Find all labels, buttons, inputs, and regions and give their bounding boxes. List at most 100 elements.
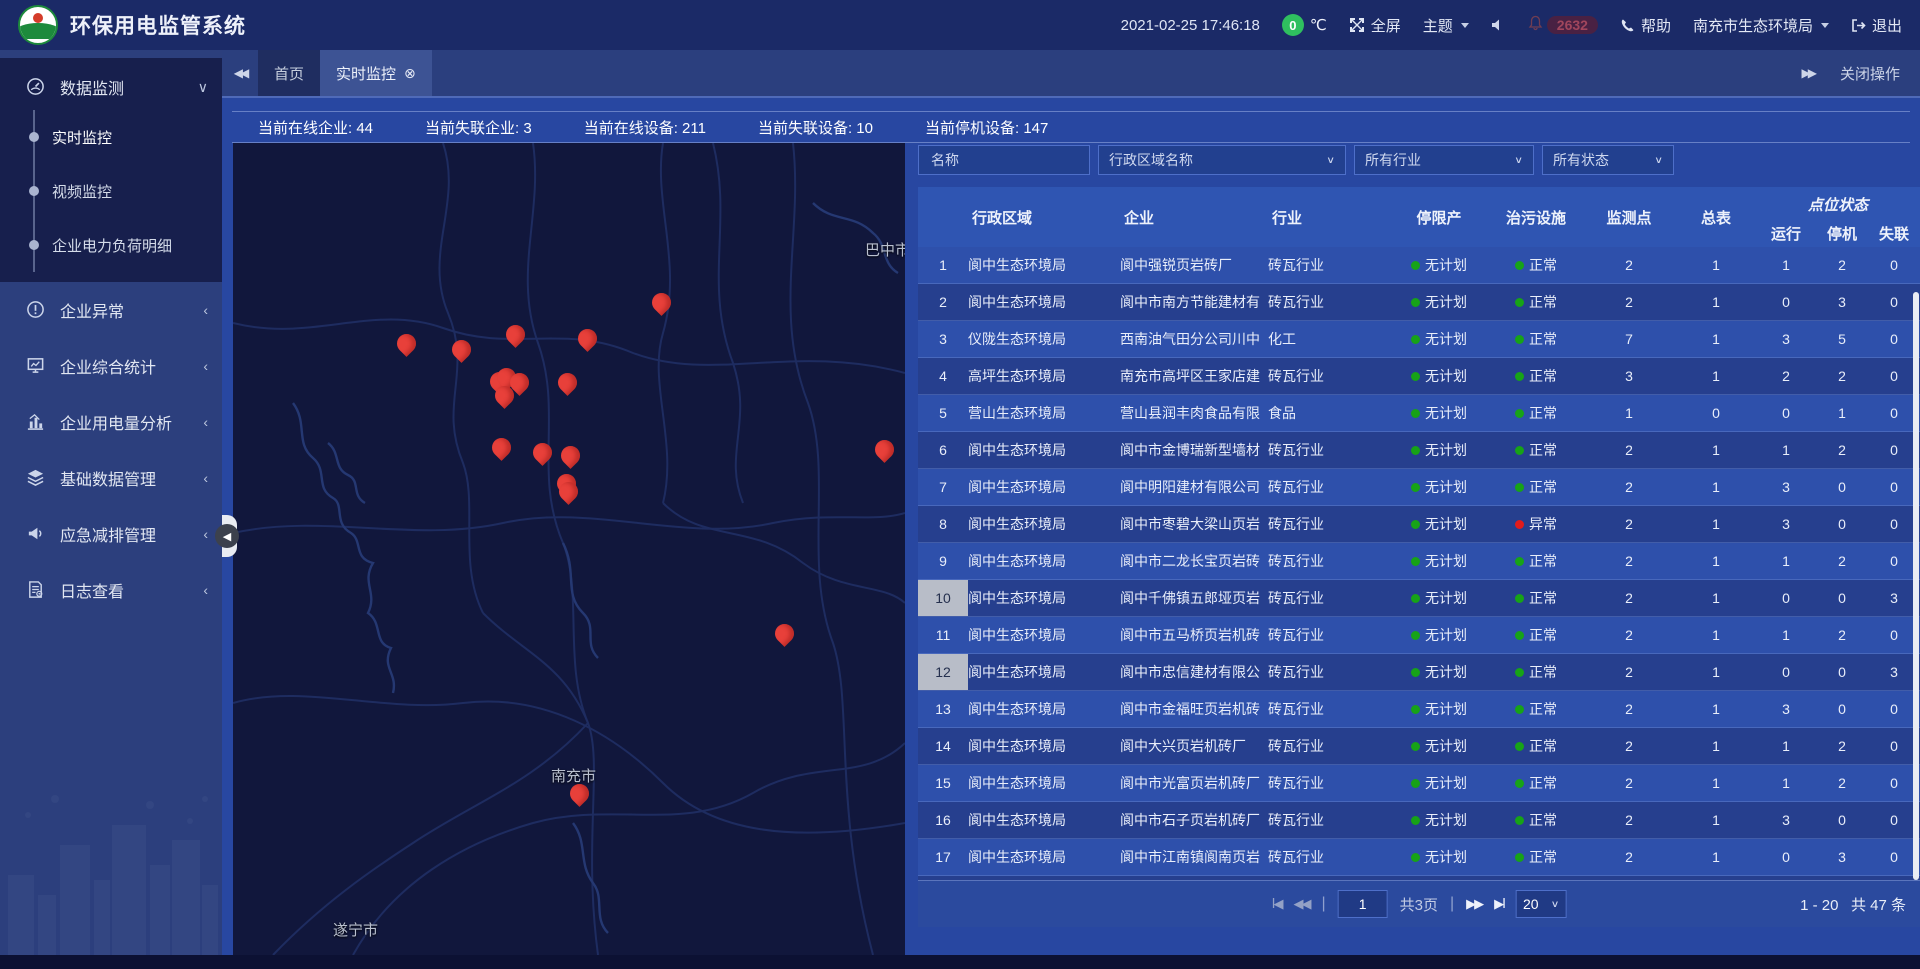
sidebar-group: 企业异常‹ xyxy=(0,282,222,338)
table-row[interactable]: 8阆中生态环境局阆中市枣碧大梁山页岩砖瓦行业无计划异常21300 xyxy=(918,506,1920,543)
table-row[interactable]: 10阆中生态环境局阆中千佛镇五郎垭页岩砖瓦行业无计划正常21003 xyxy=(918,580,1920,617)
tab-实时监控[interactable]: 实时监控⊗ xyxy=(320,50,432,96)
status-filter-value: 所有状态 xyxy=(1553,150,1609,170)
facility-status-cell: 正常 xyxy=(1488,588,1584,608)
table-row[interactable]: 13阆中生态环境局阆中市金福旺页岩机砖砖瓦行业无计划正常21300 xyxy=(918,691,1920,728)
run-cell: 0 xyxy=(1758,849,1814,865)
status-filter-select[interactable]: 所有状态 ∨ xyxy=(1542,145,1674,175)
status-dot-icon xyxy=(1515,520,1524,529)
table-row[interactable]: 1阆中生态环境局阆中强锐页岩砖厂砖瓦行业无计划正常21120 xyxy=(918,247,1920,284)
meters-cell: 1 xyxy=(1674,368,1758,384)
first-page-button[interactable]: Ⅰ◀ xyxy=(1272,896,1282,912)
status-dot-icon xyxy=(1515,557,1524,566)
stopped-cell: 3 xyxy=(1814,294,1870,310)
points-cell: 2 xyxy=(1584,479,1674,495)
run-cell: 1 xyxy=(1758,442,1814,458)
facility-status-cell: 正常 xyxy=(1488,847,1584,867)
status-dot-icon xyxy=(1515,298,1524,307)
region-cell: 阆中生态环境局 xyxy=(968,736,1120,756)
prev-page-button[interactable]: ◀◀ xyxy=(1293,896,1309,912)
meters-cell: 1 xyxy=(1674,590,1758,606)
next-page-button[interactable]: ▶▶ xyxy=(1466,896,1482,912)
mute-button[interactable] xyxy=(1491,18,1506,32)
notifications-button[interactable]: 2632 xyxy=(1528,15,1598,35)
table-row[interactable]: 4高坪生态环境局南充市高坪区王家店建砖瓦行业无计划正常31220 xyxy=(918,358,1920,395)
table-row[interactable]: 6阆中生态环境局阆中市金博瑞新型墙材砖瓦行业无计划正常21120 xyxy=(918,432,1920,469)
stats-icon xyxy=(26,356,46,376)
help-button[interactable]: 帮助 xyxy=(1620,15,1671,36)
region-filter-select[interactable]: 行政区域名称 ∨ xyxy=(1098,145,1346,175)
status-label: 正常 xyxy=(1529,847,1557,867)
region-cell: 阆中生态环境局 xyxy=(968,810,1120,830)
sidebar-item-基础数据管理[interactable]: 基础数据管理‹ xyxy=(0,450,222,506)
sidebar-subitem-视频监控[interactable]: 视频监控 xyxy=(35,164,222,218)
status-label: 无计划 xyxy=(1425,736,1467,756)
chart-icon xyxy=(26,412,46,432)
sidebar-item-应急减排管理[interactable]: 应急减排管理‹ xyxy=(0,506,222,562)
name-filter-input[interactable] xyxy=(929,151,1079,169)
table-row[interactable]: 15阆中生态环境局阆中市光富页岩机砖厂砖瓦行业无计划正常21120 xyxy=(918,765,1920,802)
chevron-down-icon: ∨ xyxy=(1326,154,1335,165)
status-dot-icon xyxy=(1411,261,1420,270)
status-dot-icon xyxy=(1411,557,1420,566)
table-row[interactable]: 2阆中生态环境局阆中市南方节能建材有砖瓦行业无计划正常21030 xyxy=(918,284,1920,321)
table-row[interactable]: 7阆中生态环境局阆中明阳建材有限公司砖瓦行业无计划正常21300 xyxy=(918,469,1920,506)
table-row[interactable]: 11阆中生态环境局阆中市五马桥页岩机砖砖瓦行业无计划正常21120 xyxy=(918,617,1920,654)
row-index-cell: 8 xyxy=(918,506,968,542)
sidebar-item-企业用电量分析[interactable]: 企业用电量分析‹ xyxy=(0,394,222,450)
stopped-cell: 5 xyxy=(1814,331,1870,347)
table-row[interactable]: 5营山生态环境局营山县润丰肉食品有限食品无计划正常10010 xyxy=(918,395,1920,432)
sidebar-subitem-实时监控[interactable]: 实时监控 xyxy=(35,110,222,164)
status-label: 无计划 xyxy=(1425,810,1467,830)
company-cell: 阆中千佛镇五郎垭页岩 xyxy=(1120,588,1268,608)
map-panel[interactable]: 巴中市南充市遂宁市 xyxy=(233,143,905,955)
tab-close-icon[interactable]: ⊗ xyxy=(404,65,416,82)
sidebar-item-数据监测[interactable]: 数据监测∨ xyxy=(0,64,222,110)
close-operations-button[interactable]: 关闭操作 xyxy=(1840,63,1900,84)
tab-首页[interactable]: 首页 xyxy=(258,50,320,96)
status-label: 无计划 xyxy=(1425,366,1467,386)
fullscreen-icon xyxy=(1349,17,1365,33)
sidebar-subitem-企业电力负荷明细[interactable]: 企业电力负荷明细 xyxy=(35,218,222,272)
theme-dropdown[interactable]: 主题 xyxy=(1423,15,1469,36)
tab-scroll-right-button[interactable]: ▶▶ xyxy=(1802,66,1814,80)
table-row[interactable]: 17阆中生态环境局阆中市江南镇阆南页岩砖瓦行业无计划正常21030 xyxy=(918,839,1920,876)
name-filter-field[interactable] xyxy=(918,145,1090,175)
sidebar-item-日志查看[interactable]: 日志查看‹ xyxy=(0,562,222,618)
stop-status-cell: 无计划 xyxy=(1390,477,1488,497)
sidebar-item-企业综合统计[interactable]: 企业综合统计‹ xyxy=(0,338,222,394)
page-number-input[interactable] xyxy=(1338,890,1388,918)
status-dot-icon xyxy=(1515,853,1524,862)
fullscreen-button[interactable]: 全屏 xyxy=(1349,15,1401,36)
chevron-down-icon: ∨ xyxy=(198,79,208,96)
logout-button[interactable]: 退出 xyxy=(1851,15,1902,36)
table-row[interactable]: 3仪陇生态环境局西南油气田分公司川中化工无计划正常71350 xyxy=(918,321,1920,358)
points-cell: 7 xyxy=(1584,331,1674,347)
offline-cell: 0 xyxy=(1870,812,1918,828)
col-header-region: 行政区域 xyxy=(968,187,1120,247)
tab-scroll-left-button[interactable]: ◀◀ xyxy=(222,50,258,96)
status-label: 无计划 xyxy=(1425,514,1467,534)
offline-cell: 0 xyxy=(1870,553,1918,569)
table-row[interactable]: 16阆中生态环境局阆中市石子页岩机砖厂砖瓦行业无计划正常21300 xyxy=(918,802,1920,839)
industry-filter-select[interactable]: 所有行业 ∨ xyxy=(1354,145,1534,175)
stopped-cell: 0 xyxy=(1814,516,1870,532)
table-row[interactable]: 9阆中生态环境局阆中市二龙长宝页岩砖砖瓦行业无计划正常21120 xyxy=(918,543,1920,580)
points-cell: 2 xyxy=(1584,442,1674,458)
company-cell: 阆中市二龙长宝页岩砖 xyxy=(1120,551,1268,571)
page-size-select[interactable]: 20 ∨ xyxy=(1516,890,1566,918)
table-row[interactable]: 12阆中生态环境局阆中市忠信建材有限公砖瓦行业无计划正常21003 xyxy=(918,654,1920,691)
org-dropdown[interactable]: 南充市生态环境局 xyxy=(1693,15,1829,36)
table-row[interactable]: 14阆中生态环境局阆中大兴页岩机砖厂砖瓦行业无计划正常21120 xyxy=(918,728,1920,765)
sidebar-collapse-button[interactable]: ◀ xyxy=(215,524,239,548)
run-cell: 3 xyxy=(1758,516,1814,532)
facility-status-cell: 正常 xyxy=(1488,403,1584,423)
col-header-stopped: 停机 xyxy=(1814,223,1870,244)
status-dot-icon xyxy=(1515,668,1524,677)
last-page-button[interactable]: ▶Ⅰ xyxy=(1494,896,1504,912)
table-scrollbar[interactable] xyxy=(1913,292,1919,880)
offline-cell: 0 xyxy=(1870,738,1918,754)
company-cell: 南充市高坪区王家店建 xyxy=(1120,366,1268,386)
sidebar-item-企业异常[interactable]: 企业异常‹ xyxy=(0,282,222,338)
table-header: 行政区域 企业 行业 停限产 治污设施 监测点 总表 点位状态 运行 停机 失联 xyxy=(918,187,1920,247)
